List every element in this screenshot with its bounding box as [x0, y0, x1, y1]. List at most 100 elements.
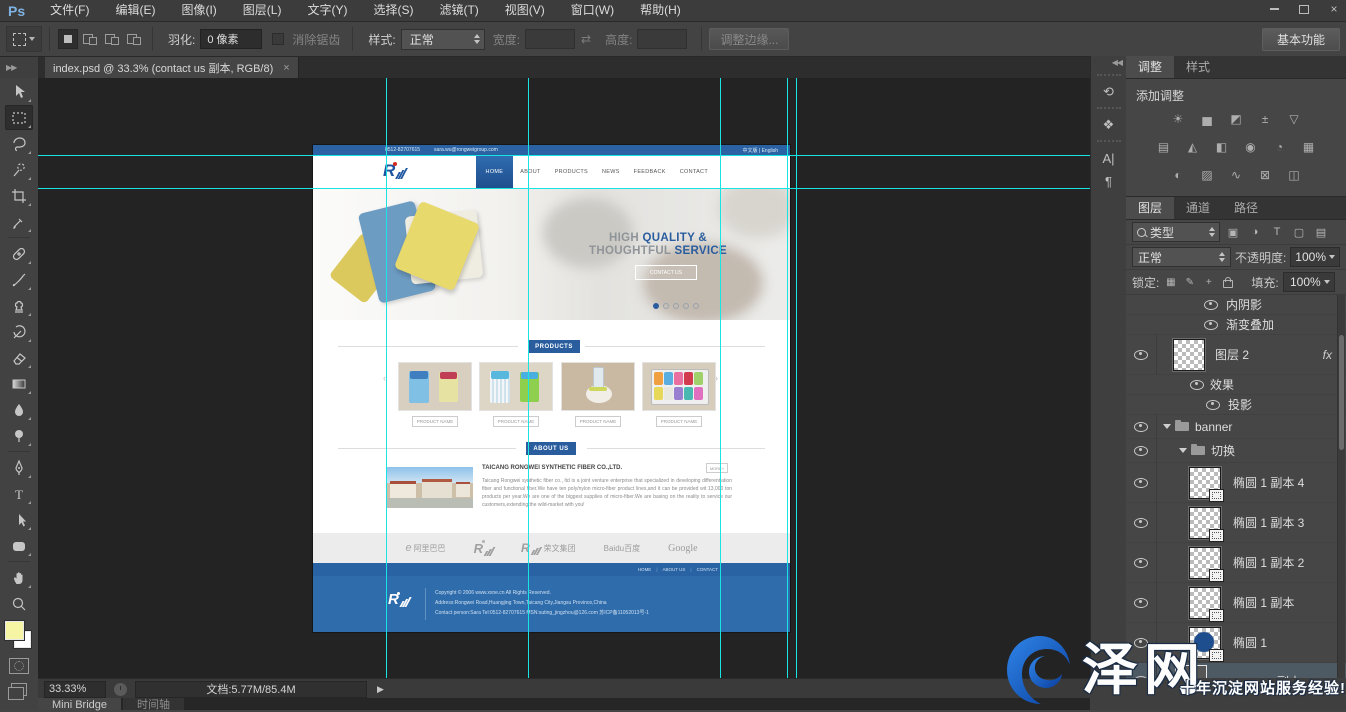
document-tab-close-icon[interactable]: ×	[283, 62, 289, 74]
levels-icon[interactable]: ▅	[1197, 111, 1217, 127]
tab-adjustments[interactable]: 调整	[1126, 56, 1174, 78]
screen-mode-button[interactable]	[11, 683, 27, 696]
invert-icon[interactable]: ◐	[1168, 167, 1188, 183]
style-select[interactable]: 正常	[401, 29, 485, 50]
feather-input[interactable]: 0 像素	[200, 29, 262, 49]
tool-type[interactable]: T	[5, 481, 33, 506]
tool-eyedropper[interactable]	[5, 209, 33, 234]
tab-styles[interactable]: 样式	[1174, 56, 1222, 78]
menu-file[interactable]: 文件(F)	[37, 0, 102, 21]
visibility-eye-icon[interactable]	[1134, 638, 1148, 648]
paragraph-panel-icon[interactable]: ¶	[1097, 170, 1121, 192]
tool-history-brush[interactable]	[5, 319, 33, 344]
menu-edit[interactable]: 编辑(E)	[102, 0, 168, 21]
document-tab[interactable]: index.psd @ 33.3% (contact us 副本, RGB/8)…	[45, 57, 299, 78]
vertical-guide-5[interactable]	[796, 78, 797, 678]
minimize-button[interactable]	[1266, 2, 1282, 16]
zoom-level-field[interactable]: 33.33%	[44, 681, 106, 698]
horizontal-guide-2[interactable]	[38, 188, 1090, 189]
shape-layer-thumbnail[interactable]	[1189, 587, 1221, 619]
channel-mixer-icon[interactable]: ◔	[1270, 139, 1290, 155]
tool-move[interactable]	[5, 79, 33, 104]
tool-clone-stamp[interactable]	[5, 293, 33, 318]
layer-row[interactable]: 椭圆 1 副本 2	[1126, 543, 1346, 583]
visibility-eye-icon[interactable]	[1134, 518, 1148, 528]
tool-dodge[interactable]	[5, 423, 33, 448]
layer-group-row[interactable]: 切换	[1126, 439, 1346, 463]
foreground-color-swatch[interactable]	[5, 621, 24, 640]
menu-filter[interactable]: 滤镜(T)	[426, 0, 491, 21]
fill-input[interactable]: 100%	[1283, 272, 1335, 292]
threshold-icon[interactable]: ∿	[1226, 167, 1246, 183]
exposure-icon[interactable]: ±	[1255, 111, 1275, 127]
tab-channels[interactable]: 通道	[1174, 197, 1222, 219]
layer-thumbnail[interactable]	[1173, 339, 1205, 371]
visibility-eye-icon[interactable]	[1204, 320, 1218, 330]
curves-icon[interactable]: ◩	[1226, 111, 1246, 127]
visibility-eye-icon[interactable]	[1134, 422, 1148, 432]
tool-gradient[interactable]	[5, 371, 33, 396]
antialias-checkbox[interactable]	[272, 33, 284, 45]
menu-select[interactable]: 选择(S)	[360, 0, 426, 21]
tool-brush[interactable]	[5, 267, 33, 292]
filter-type-layers-icon[interactable]: T	[1268, 224, 1286, 240]
gradient-map-icon[interactable]: ⊠	[1255, 167, 1275, 183]
tool-quick-selection[interactable]	[5, 157, 33, 182]
refine-edge-button[interactable]: 调整边缘...	[709, 28, 789, 50]
selection-mode-intersect[interactable]	[124, 29, 144, 49]
visibility-eye-icon[interactable]	[1134, 558, 1148, 568]
layer-group-row[interactable]: banner	[1126, 415, 1346, 439]
layer-row[interactable]: 椭圆 1 副本	[1126, 583, 1346, 623]
selection-mode-add[interactable]	[80, 29, 100, 49]
effects-header-row[interactable]: 效果	[1126, 375, 1346, 395]
menu-type[interactable]: 文字(Y)	[294, 0, 360, 21]
tab-timeline[interactable]: 时间轴	[123, 698, 184, 710]
layer-effect-row[interactable]: 渐变叠加	[1126, 315, 1346, 335]
tool-hand[interactable]	[5, 565, 33, 590]
tool-zoom[interactable]	[5, 591, 33, 616]
hue-saturation-icon[interactable]: ▤	[1154, 139, 1174, 155]
selection-mode-new[interactable]	[58, 29, 78, 49]
shape-layer-thumbnail[interactable]	[1189, 627, 1221, 659]
layer-effect-row[interactable]: 内阴影	[1126, 295, 1346, 315]
vertical-guide-4[interactable]	[787, 78, 788, 678]
color-lookup-icon[interactable]: ▦	[1299, 139, 1319, 155]
selective-color-icon[interactable]: ◫	[1284, 167, 1304, 183]
styles-panel-icon[interactable]: ❖	[1097, 114, 1121, 136]
tool-path-selection[interactable]	[5, 507, 33, 532]
history-panel-icon[interactable]: ⟲	[1097, 81, 1121, 103]
layer-row[interactable]: 椭圆 1	[1126, 623, 1346, 663]
restore-button[interactable]	[1296, 2, 1312, 16]
expand-triangle-icon[interactable]	[1163, 424, 1171, 429]
opacity-input[interactable]: 100%	[1290, 247, 1340, 267]
tool-lasso[interactable]	[5, 131, 33, 156]
workspace-switcher-button[interactable]: 基本功能	[1262, 28, 1340, 51]
layer-fx-badge[interactable]: fx	[1323, 348, 1332, 362]
visibility-eye-icon[interactable]	[1204, 300, 1218, 310]
website-design-canvas[interactable]: 0512-82707615 sara.wu@rongweigroup.com 中…	[313, 145, 790, 632]
layer-row[interactable]: 椭圆 1 副本 3	[1126, 503, 1346, 543]
menu-help[interactable]: 帮助(H)	[627, 0, 694, 21]
tab-mini-bridge[interactable]: Mini Bridge	[38, 698, 121, 710]
swap-dimensions-icon[interactable]: ⇄	[581, 32, 591, 46]
character-panel-icon[interactable]: A|	[1097, 147, 1121, 169]
tab-layers[interactable]: 图层	[1126, 197, 1174, 219]
menu-window[interactable]: 窗口(W)	[558, 0, 627, 21]
brightness-contrast-icon[interactable]: ☀	[1168, 111, 1188, 127]
photo-filter-icon[interactable]: ◉	[1241, 139, 1261, 155]
menu-view[interactable]: 视图(V)	[492, 0, 558, 21]
visibility-eye-icon[interactable]	[1134, 446, 1148, 456]
tab-paths[interactable]: 路径	[1222, 197, 1270, 219]
width-input[interactable]	[525, 29, 575, 49]
menu-image[interactable]: 图像(I)	[168, 0, 229, 21]
document-size-field[interactable]: 文档:5.77M/85.4M	[135, 681, 367, 698]
filter-adjustment-layers-icon[interactable]: ◑	[1246, 224, 1264, 240]
vertical-guide-2[interactable]	[528, 78, 529, 678]
filter-pixel-layers-icon[interactable]: ▣	[1224, 224, 1242, 240]
expand-triangle-icon[interactable]	[1179, 448, 1187, 453]
visibility-eye-icon[interactable]	[1134, 478, 1148, 488]
tool-crop[interactable]	[5, 183, 33, 208]
shape-layer-thumbnail[interactable]	[1189, 507, 1221, 539]
height-input[interactable]	[637, 29, 687, 49]
close-button[interactable]: ×	[1326, 2, 1342, 16]
